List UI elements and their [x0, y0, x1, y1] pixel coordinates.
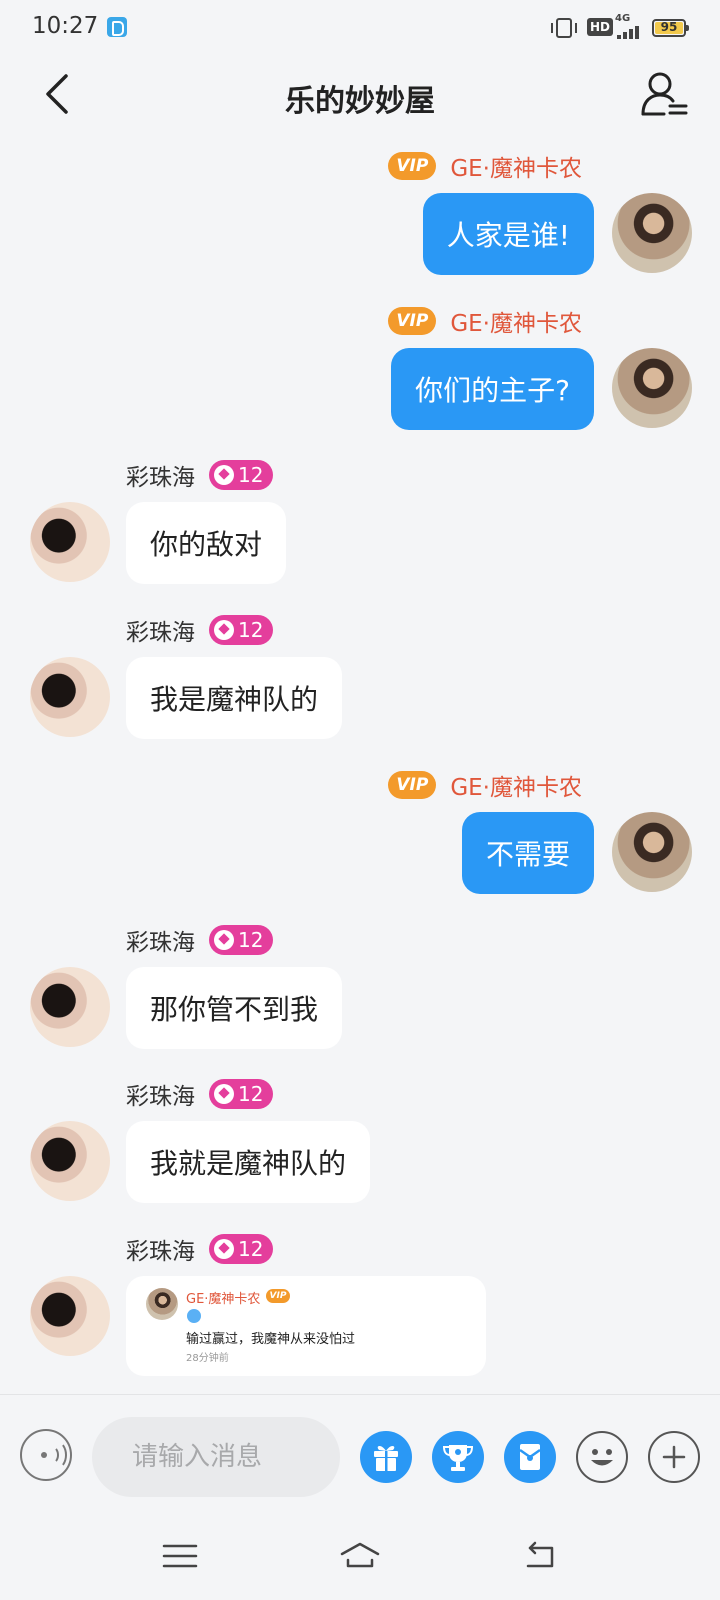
page-title: 乐的妙妙屋	[285, 84, 435, 119]
avatar[interactable]	[612, 348, 692, 428]
smiley-icon	[591, 1449, 613, 1466]
trophy-icon	[442, 1445, 474, 1471]
vibrate-icon	[551, 18, 577, 38]
back-nav-icon[interactable]	[518, 1536, 562, 1576]
menu-icon[interactable]	[158, 1536, 202, 1576]
sender-line: VIP GE·魔神卡农	[388, 769, 582, 801]
message-bubble[interactable]: 你的敌对	[126, 502, 287, 584]
trophy-button[interactable]	[432, 1431, 484, 1483]
more-button[interactable]	[648, 1431, 700, 1483]
vip-badge: VIP	[388, 307, 437, 335]
sender-name: 彩珠海	[126, 465, 195, 491]
signal-icon	[617, 25, 645, 39]
avatar[interactable]	[612, 812, 692, 892]
sender-name: 彩珠海	[126, 1084, 195, 1110]
input-bar	[0, 1394, 720, 1512]
system-nav-bar	[0, 1512, 720, 1600]
sender-name: GE·魔神卡农	[450, 311, 582, 337]
network-type: 4G	[615, 13, 631, 24]
gem-icon	[214, 620, 234, 640]
status-time: 10:27	[32, 13, 99, 39]
quote-sender-name: GE·魔神卡农	[186, 1292, 261, 1307]
gift-icon	[374, 1445, 398, 1471]
battery-level: 95	[660, 20, 678, 34]
quote-card[interactable]: GE·魔神卡农 VIP 输过赢过，我魔神从来没怕过 28分钟前	[126, 1276, 486, 1376]
avatar[interactable]	[30, 1276, 110, 1356]
gem-icon	[214, 465, 234, 485]
message-bubble[interactable]: 你们的主子?	[391, 348, 594, 430]
quote-text: 输过赢过，我魔神从来没怕过	[186, 1332, 356, 1347]
vip-badge: VIP	[388, 771, 437, 799]
sender-name: 彩珠海	[126, 1239, 195, 1265]
red-packet-button[interactable]	[504, 1431, 556, 1483]
sender-line: VIP GE·魔神卡农	[388, 305, 582, 337]
hd-icon: HD	[587, 18, 614, 36]
voice-input-button[interactable]	[20, 1429, 72, 1481]
sender-line: 彩珠海 12	[126, 1233, 274, 1265]
plus-icon	[662, 1445, 686, 1469]
level-badge: 12	[209, 460, 274, 490]
sender-name: 彩珠海	[126, 620, 195, 646]
avatar[interactable]	[30, 967, 110, 1047]
sender-line: VIP GE·魔神卡农	[388, 150, 582, 182]
sender-name: GE·魔神卡农	[450, 775, 582, 801]
level-badge: 12	[209, 1234, 274, 1264]
message-bubble[interactable]: 那你管不到我	[126, 967, 343, 1049]
gem-icon	[214, 930, 234, 950]
level-badge: 12	[209, 1079, 274, 1109]
gem-icon	[214, 1239, 234, 1259]
avatar[interactable]	[30, 657, 110, 737]
sender-line: 彩珠海 12	[126, 1078, 274, 1110]
vip-badge: VIP	[388, 152, 437, 180]
gift-button[interactable]	[360, 1431, 412, 1483]
avatar[interactable]	[612, 193, 692, 273]
battery-icon: 95	[652, 19, 689, 37]
red-packet-icon	[519, 1444, 541, 1470]
member-list-icon[interactable]	[640, 70, 690, 118]
message-bubble[interactable]: 我就是魔神队的	[126, 1121, 371, 1203]
quote-time: 28分钟前	[186, 1353, 229, 1364]
message-input[interactable]	[92, 1417, 340, 1497]
chat-header: 乐的妙妙屋	[0, 56, 720, 132]
sender-line: 彩珠海 12	[126, 459, 274, 491]
avatar[interactable]	[30, 1121, 110, 1201]
sender-name: 彩珠海	[126, 930, 195, 956]
emoji-button[interactable]	[576, 1431, 628, 1483]
sender-line: 彩珠海 12	[126, 614, 274, 646]
message-bubble[interactable]: 人家是谁!	[422, 193, 594, 275]
message-list[interactable]: VIP GE·魔神卡农 人家是谁! VIP GE·魔神卡农 你们的主子? 彩珠海…	[0, 132, 720, 1394]
avatar[interactable]	[30, 502, 110, 582]
status-bar: 10:27 HD 4G 95	[0, 0, 720, 56]
level-badge: 12	[209, 925, 274, 955]
gender-icon	[187, 1309, 201, 1323]
message-bubble[interactable]: 我是魔神队的	[126, 657, 343, 739]
sender-line: 彩珠海 12	[126, 924, 274, 956]
sender-name: GE·魔神卡农	[450, 156, 582, 182]
message-bubble[interactable]: 不需要	[461, 812, 594, 894]
level-badge: 12	[209, 615, 274, 645]
quote-avatar	[146, 1288, 178, 1320]
home-icon[interactable]	[338, 1536, 382, 1576]
gem-icon	[214, 1084, 234, 1104]
notification-icon	[107, 17, 127, 37]
quote-vip-badge: VIP	[266, 1289, 290, 1303]
